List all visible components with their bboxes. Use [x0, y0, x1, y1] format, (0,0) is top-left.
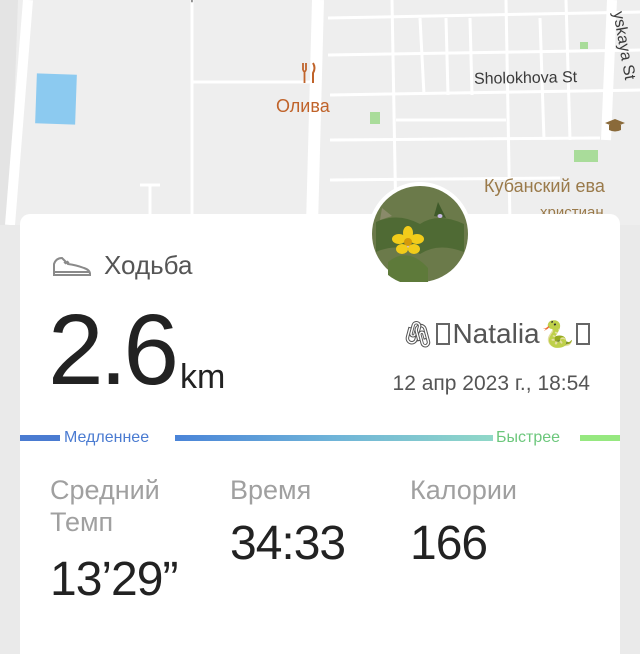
user-name-row[interactable]: 🖇 Natalia 🐍 [401, 318, 590, 350]
park-area [574, 150, 598, 162]
pace-bar-fast-segment [580, 435, 620, 441]
activity-type: Ходьба [52, 250, 192, 281]
park-area [370, 112, 380, 124]
map-poi-label[interactable]: Олива [276, 96, 330, 117]
pace-bar-gradient [175, 435, 493, 441]
user-avatar[interactable] [368, 182, 472, 286]
map-street-label: Sholokhova St [473, 69, 578, 88]
missing-glyph-box [436, 323, 451, 345]
pace-slower-label: Медленнее [64, 429, 150, 446]
water-area [35, 73, 77, 125]
stat-time-label: Время [230, 475, 312, 505]
stat-calories-value: 166 [410, 517, 488, 570]
distance-unit: km [180, 358, 226, 396]
map-poi-label[interactable]: Кубанский ева [484, 176, 605, 197]
pace-bar-slow-segment [20, 435, 60, 441]
map-view[interactable]: T Sholokhova St yskaya St Олива Кубански… [0, 0, 640, 225]
pace-faster-label: Быстрее [496, 429, 561, 446]
activity-datetime: 12 апр 2023 г., 18:54 [392, 372, 590, 395]
paperclip-icon: 🖇 [401, 318, 435, 349]
user-name[interactable]: Natalia [452, 318, 539, 350]
pace-scale-bar: Медленнее Быстрее [20, 429, 620, 446]
distance-value: 2.6 [48, 294, 179, 406]
park-area [580, 42, 588, 49]
map-street-label: T [180, 0, 196, 3]
snake-icon: 🐍 [541, 318, 574, 349]
activity-label: Ходьба [104, 250, 193, 280]
avatar-photo [368, 182, 472, 286]
missing-glyph-box [576, 323, 590, 345]
stat-pace-label: Средний Темп [50, 475, 160, 538]
stat-calories-label: Калории [410, 475, 517, 505]
stat-pace-value: 13’29” [50, 553, 178, 606]
stat-time-value: 34:33 [230, 517, 346, 570]
sneaker-icon [53, 256, 91, 276]
